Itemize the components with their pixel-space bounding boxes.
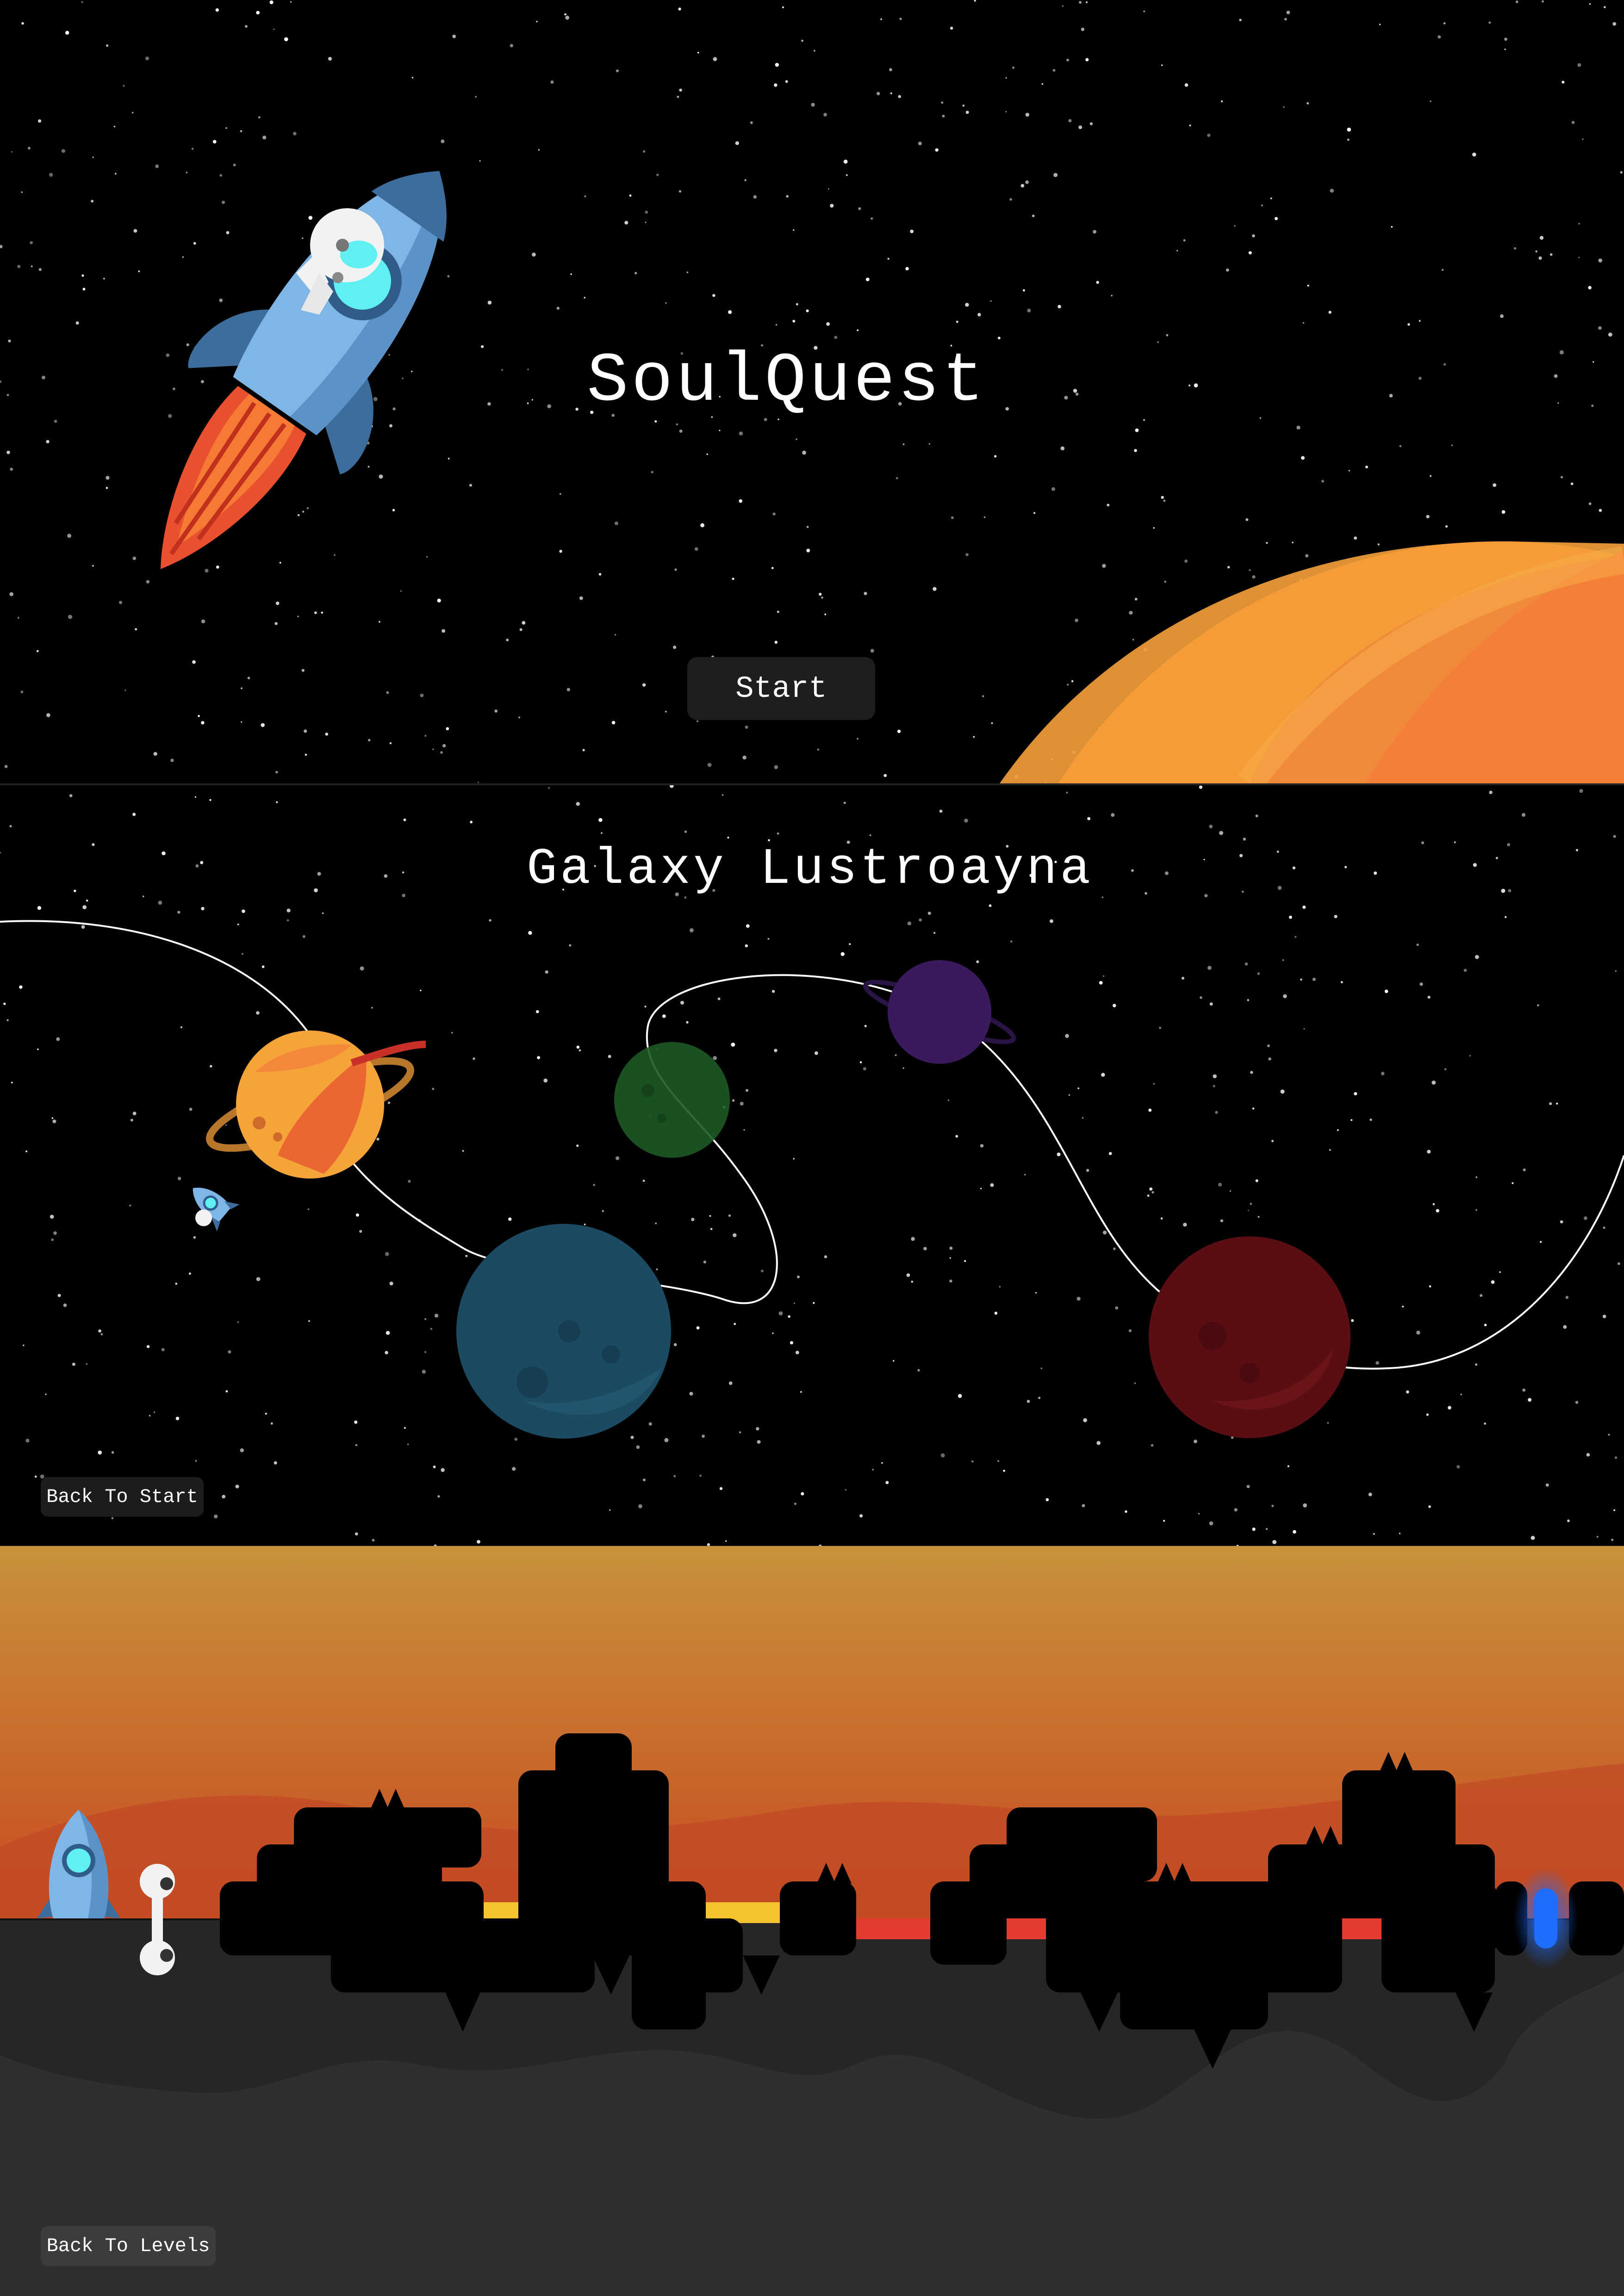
start-button[interactable]: Start — [687, 657, 875, 720]
level-select-screen: Galaxy Lustroayna Back To Start — [0, 783, 1624, 1546]
planet-green-icon[interactable] — [614, 1042, 730, 1158]
stars — [0, 785, 1620, 1546]
game-canvas — [0, 1546, 1624, 2296]
orange-planet-icon — [1000, 541, 1624, 783]
rocket-marker-icon[interactable] — [181, 1175, 240, 1232]
galaxy-title: Galaxy Lustroayna — [526, 841, 1094, 899]
planet-red-icon[interactable] — [1149, 1236, 1350, 1438]
game-title: SoulQuest — [586, 342, 987, 421]
planet-orange-ringed-icon[interactable] — [201, 1030, 426, 1179]
planet-blue-icon[interactable] — [456, 1224, 671, 1439]
game-screen: Back To Levels — [0, 1546, 1624, 2296]
galaxy-map — [0, 785, 1624, 1546]
astronaut-marker-icon — [195, 1210, 212, 1226]
portal-icon[interactable] — [1513, 1868, 1578, 1969]
rocket-icon — [161, 171, 447, 569]
planet-purple-ringed-icon[interactable] — [861, 960, 1018, 1064]
start-screen: SoulQuest Start — [0, 0, 1624, 783]
back-to-start-button[interactable]: Back To Start — [41, 1477, 204, 1517]
back-to-levels-button[interactable]: Back To Levels — [41, 2226, 216, 2266]
